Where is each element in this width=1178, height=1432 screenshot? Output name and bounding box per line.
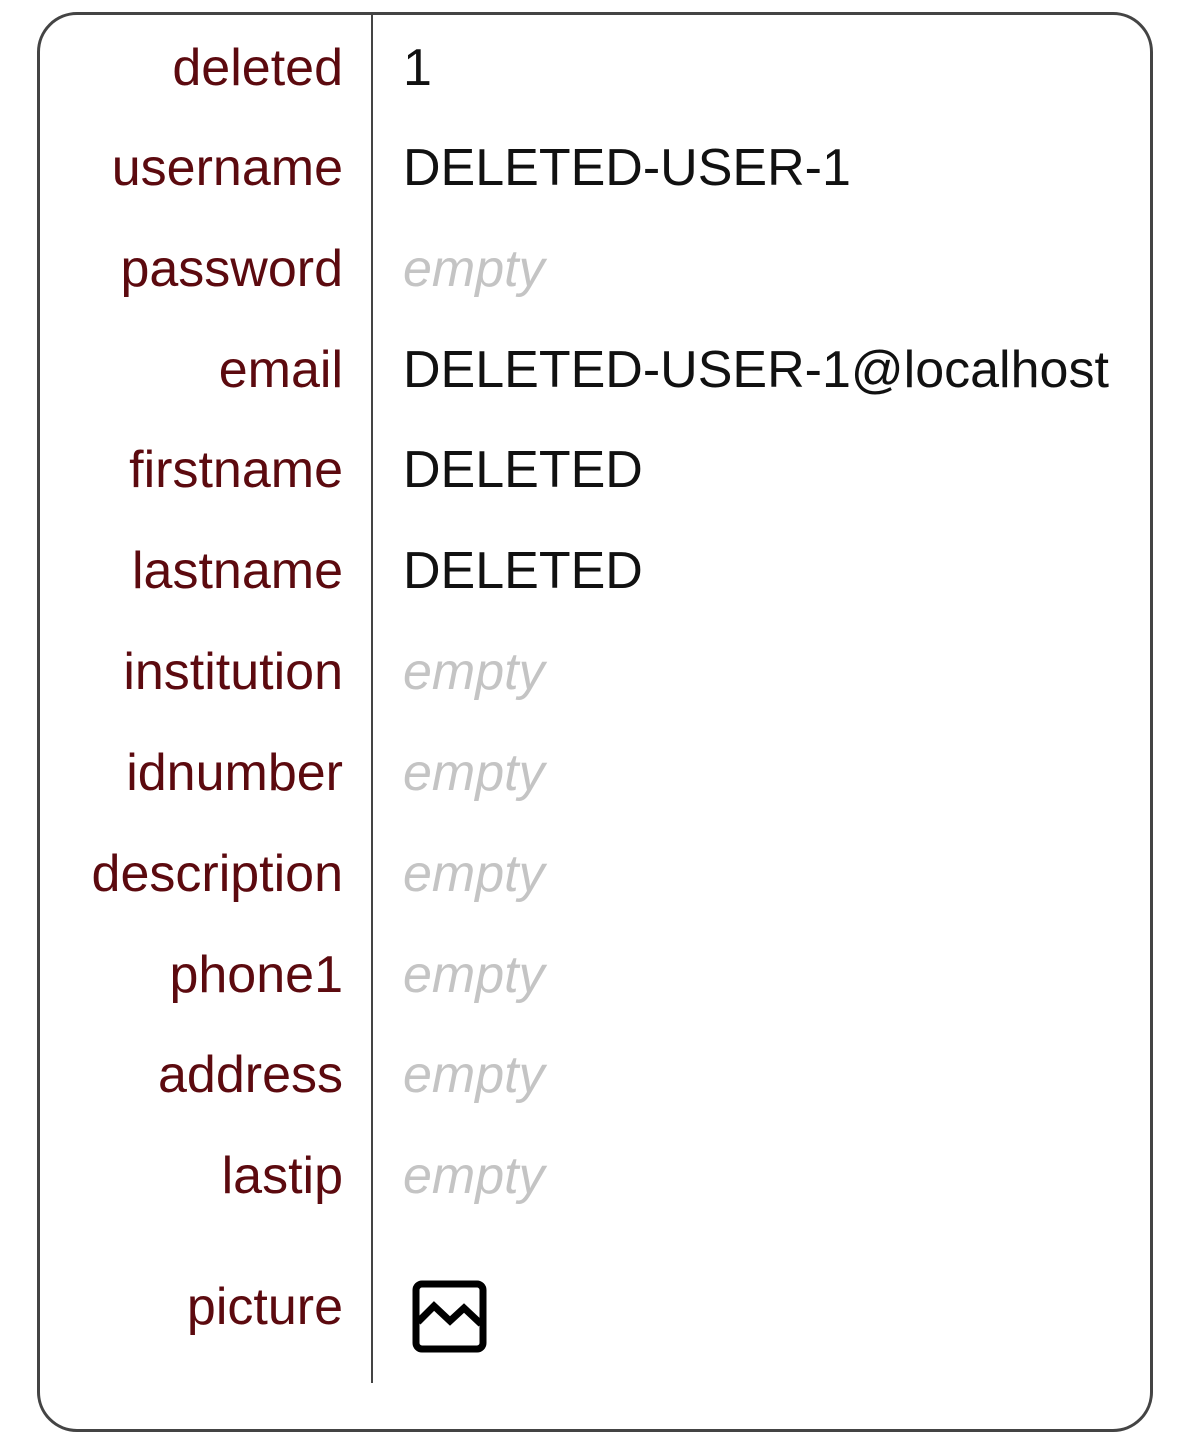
row-deleted: deleted 1 xyxy=(40,18,1150,118)
field-value: DELETED-USER-1@localhost xyxy=(403,341,1109,399)
field-value: DELETED-USER-1 xyxy=(403,139,851,197)
field-value-empty: empty xyxy=(403,643,545,701)
field-key: institution xyxy=(123,643,343,701)
field-key: email xyxy=(218,341,343,399)
field-key: phone1 xyxy=(169,946,343,1004)
field-key: idnumber xyxy=(126,744,343,802)
broken-image-icon[interactable] xyxy=(412,1280,487,1353)
field-key: password xyxy=(120,240,343,298)
field-key: deleted xyxy=(172,39,343,97)
row-email: email DELETED-USER-1@localhost xyxy=(40,320,1150,420)
row-institution: institution empty xyxy=(40,622,1150,722)
field-value: DELETED xyxy=(403,441,643,499)
row-lastip: lastip empty xyxy=(40,1126,1150,1226)
field-key: lastip xyxy=(221,1147,343,1205)
field-key: address xyxy=(158,1046,343,1104)
row-username: username DELETED-USER-1 xyxy=(40,118,1150,218)
row-picture: picture xyxy=(40,1257,1150,1357)
field-key: description xyxy=(91,845,343,903)
row-firstname: firstname DELETED xyxy=(40,420,1150,520)
field-value-empty: empty xyxy=(403,1046,545,1104)
field-value-empty: empty xyxy=(403,744,545,802)
field-key: firstname xyxy=(129,441,343,499)
row-idnumber: idnumber empty xyxy=(40,723,1150,823)
row-phone1: phone1 empty xyxy=(40,925,1150,1025)
row-password: password empty xyxy=(40,219,1150,319)
row-description: description empty xyxy=(40,824,1150,924)
field-key: lastname xyxy=(132,542,343,600)
field-value-empty: empty xyxy=(403,946,545,1004)
row-address: address empty xyxy=(40,1025,1150,1125)
field-value-empty: empty xyxy=(403,240,545,298)
field-key: username xyxy=(111,139,343,197)
row-lastname: lastname DELETED xyxy=(40,521,1150,621)
field-value: DELETED xyxy=(403,542,643,600)
field-value-empty: empty xyxy=(403,845,545,903)
field-key: picture xyxy=(186,1278,343,1336)
field-value-empty: empty xyxy=(403,1147,545,1205)
field-value: 1 xyxy=(403,39,432,97)
